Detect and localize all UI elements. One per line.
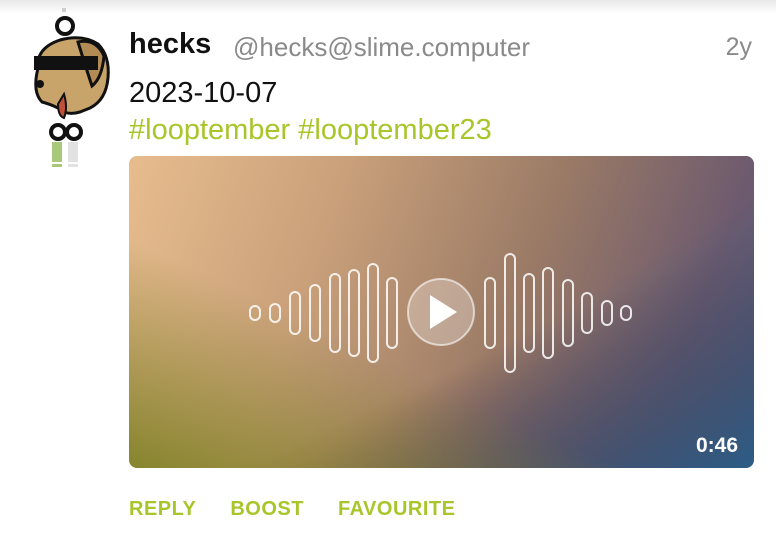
post-actions: REPLY BOOST FAVOURITE <box>129 498 455 521</box>
author-name[interactable]: hecks <box>129 28 211 61</box>
post-tags: #looptember #looptember23 <box>129 111 492 149</box>
post-timestamp[interactable]: 2y <box>726 33 752 62</box>
favourite-button[interactable]: FAVOURITE <box>338 498 455 521</box>
reply-button[interactable]: REPLY <box>129 498 196 521</box>
hashtag-link[interactable]: #looptember <box>129 114 290 146</box>
hashtag-link[interactable]: #looptember23 <box>298 114 491 146</box>
post-content: 2023-10-07 <box>129 77 278 109</box>
author-handle[interactable]: @hecks@slime.computer <box>233 32 530 63</box>
author-avatar[interactable] <box>20 8 120 168</box>
media-duration: 0:46 <box>695 434 738 457</box>
audio-player[interactable]: 0:46 <box>129 156 754 468</box>
dog-avatar-icon <box>34 8 110 167</box>
play-icon[interactable] <box>407 278 475 346</box>
boost-button[interactable]: BOOST <box>230 498 304 521</box>
